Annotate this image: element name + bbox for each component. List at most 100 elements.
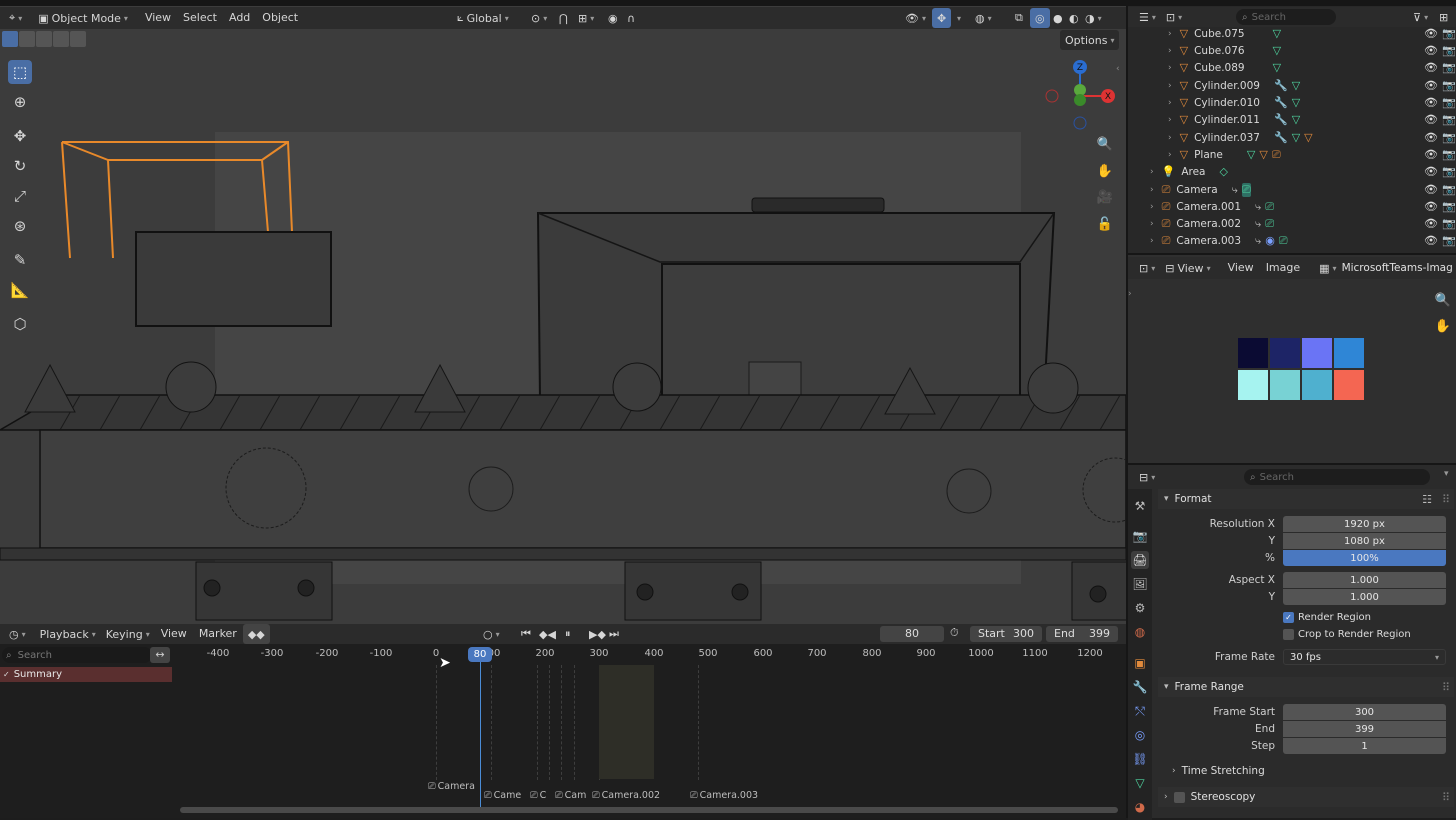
outliner-row[interactable]: › ▽ Plane ▽ ▽ ⎚ 👁 📷 <box>1130 146 1456 163</box>
collapse-arrow-icon[interactable]: ‹ <box>1116 64 1120 74</box>
current-frame-field[interactable]: 80 <box>880 626 944 642</box>
resolution-percent-slider[interactable]: 100% <box>1283 550 1446 566</box>
visibility-eye-icon[interactable]: 👁 <box>1424 183 1438 196</box>
stereoscopy-checkbox-icon[interactable] <box>1173 791 1185 803</box>
visibility-eye-icon[interactable]: 👁 <box>1424 148 1438 161</box>
viewport-area[interactable]: ⌖ ▾ ▣ Object Mode ▾ View Select Add Object … <box>0 0 1126 624</box>
playback-menu[interactable]: Playback ▾ <box>35 624 101 644</box>
outliner-row[interactable]: › ▽ Cylinder.009 🔧 ▽ 👁 📷 <box>1130 77 1456 94</box>
render-camera-icon[interactable]: 📷 <box>1442 44 1456 57</box>
render-camera-icon[interactable]: 📷 <box>1442 165 1456 178</box>
select-extend-icon[interactable] <box>19 31 35 47</box>
render-camera-icon[interactable]: 📷 <box>1442 234 1456 247</box>
frame-range-panel-header[interactable]: ▾ Frame Range ⠿ <box>1158 677 1454 697</box>
aspect-x-field[interactable]: 1.000 <box>1283 572 1446 588</box>
select-new-icon[interactable] <box>2 31 18 47</box>
filter-dropdown[interactable]: ⊽ ▾ <box>1408 7 1433 27</box>
render-camera-icon[interactable]: 📷 <box>1442 27 1456 40</box>
render-camera-icon[interactable]: 📷 <box>1442 96 1456 109</box>
keying-menu[interactable]: Keying ▾ <box>101 624 155 644</box>
menu-select[interactable]: Select <box>177 8 223 28</box>
shading-wireframe[interactable]: ◎ <box>1030 8 1050 28</box>
overlays-toggle[interactable]: ◍ ▾ <box>970 8 997 28</box>
expand-arrow-icon[interactable]: › <box>1168 150 1172 160</box>
render-camera-icon[interactable]: 📷 <box>1442 131 1456 144</box>
outliner-search[interactable]: ⌕ Search <box>1236 9 1336 25</box>
menu-object[interactable]: Object <box>256 8 304 28</box>
frame-start-field[interactable]: 300 <box>1283 704 1446 720</box>
filter-swap-icon[interactable]: ↔ <box>150 647 170 663</box>
shading-rendered[interactable]: ◑ ▾ <box>1080 8 1107 28</box>
stopwatch-icon[interactable]: ⏱ <box>950 626 959 640</box>
visibility-dropdown[interactable]: 👁 ▾ <box>900 8 931 28</box>
visibility-eye-icon[interactable]: 👁 <box>1424 217 1438 230</box>
visibility-eye-icon[interactable]: 👁 <box>1424 165 1438 178</box>
visibility-eye-icon[interactable]: 👁 <box>1424 234 1438 247</box>
drag-handle-icon[interactable]: ⠿ <box>1442 681 1450 694</box>
outliner-row[interactable]: › ▽ Cylinder.010 🔧 ▽ 👁 📷 <box>1130 94 1456 111</box>
format-panel-header[interactable]: ▾ Format ☷ ⠿ <box>1158 489 1454 509</box>
zoom-icon[interactable]: 🔍 <box>1432 289 1454 311</box>
move-tool[interactable]: ✥ <box>8 124 32 148</box>
properties-editor-type[interactable]: ⊟ ▾ <box>1134 467 1160 487</box>
zoom-icon[interactable]: 🔍 <box>1094 133 1116 155</box>
timeline-editor-type[interactable]: ◷ ▾ <box>4 624 31 644</box>
pivot-dropdown[interactable]: ⊙ ▾ <box>526 8 552 28</box>
display-mode-dropdown[interactable]: ⊡ ▾ <box>1161 7 1187 27</box>
chevron-down-icon[interactable]: ▾ <box>1444 469 1449 479</box>
marker-cam[interactable]: ⎚ Cam <box>555 790 586 801</box>
drag-handle-icon[interactable]: ⠿ <box>1442 493 1450 506</box>
frame-step-field[interactable]: 1 <box>1283 738 1446 754</box>
pan-hand-icon[interactable]: ✋ <box>1432 315 1454 337</box>
visibility-eye-icon[interactable]: 👁 <box>1424 79 1438 92</box>
gizmo-toggle[interactable]: ✥ <box>932 8 952 28</box>
image-editor-type[interactable]: ⊡ ▾ <box>1134 258 1160 278</box>
navigation-gizmo[interactable]: Z X <box>1040 56 1120 136</box>
output-tab-icon[interactable]: 🖨 <box>1131 551 1149 569</box>
playhead-handle[interactable]: 80 <box>468 647 492 662</box>
options-dropdown[interactable]: Options ▾ <box>1060 30 1120 50</box>
marker-camera-003[interactable]: ⎚ Camera.003 <box>690 790 758 801</box>
select-box-tool[interactable]: ⬚ <box>8 60 32 84</box>
keyframe-jump-buttons[interactable]: ◆◆ <box>242 624 270 644</box>
resolution-x-field[interactable]: 1920 px <box>1283 516 1446 532</box>
frame-end-field[interactable]: 399 <box>1283 721 1446 737</box>
orientation-dropdown[interactable]: ⟀ Global ▾ <box>452 8 514 28</box>
jump-end-button[interactable]: ⏭ <box>604 624 624 644</box>
visibility-eye-icon[interactable]: 👁 <box>1424 200 1438 213</box>
expand-arrow-icon[interactable]: › <box>1168 98 1172 108</box>
expand-arrow-icon[interactable]: › <box>1150 219 1154 229</box>
expand-arrow-icon[interactable]: › <box>1168 29 1172 39</box>
select-subtract-icon[interactable] <box>36 31 52 47</box>
expand-arrow-icon[interactable]: › <box>1150 167 1154 177</box>
tool-tab-icon[interactable]: ⚒ <box>1131 497 1149 515</box>
snap-toggle[interactable]: ⋂ <box>554 8 573 28</box>
render-camera-icon[interactable]: 📷 <box>1442 79 1456 92</box>
checkbox-checked-icon[interactable]: ✓ <box>1283 612 1294 623</box>
select-intersect-icon[interactable] <box>70 31 86 47</box>
marker-camera[interactable]: ⎚ Camera <box>428 781 475 792</box>
world-tab-icon[interactable]: ◍ <box>1131 623 1149 641</box>
expand-arrow-icon[interactable]: › <box>1150 236 1154 246</box>
sidebar-toggle-icon[interactable]: › <box>1128 289 1132 299</box>
crop-region-checkbox-row[interactable]: Crop to Render Region <box>1283 629 1411 640</box>
start-frame-field[interactable]: Start 300 <box>970 626 1042 642</box>
outliner-row[interactable]: › ⎚ Camera.002 ⤷ ⎚ 👁 📷 <box>1130 215 1456 232</box>
jump-start-button[interactable]: ⏮ <box>516 624 536 644</box>
auto-keying-toggle[interactable]: ○ ▾ <box>478 624 505 644</box>
cursor-tool[interactable]: ⊕ <box>8 90 32 114</box>
new-collection-button[interactable]: ⊞ <box>1434 7 1453 27</box>
scale-tool[interactable]: ⤢ <box>8 184 32 208</box>
resolution-y-field[interactable]: 1080 px <box>1283 533 1446 549</box>
marker-camera-002[interactable]: ⎚ Camera.002 <box>592 790 660 801</box>
aspect-y-field[interactable]: 1.000 <box>1283 589 1446 605</box>
outliner-row[interactable]: › ▽ Cube.075 ▽ 👁 📷 <box>1130 25 1456 42</box>
view-layer-tab-icon[interactable]: 🖼 <box>1131 575 1149 593</box>
visibility-eye-icon[interactable]: 👁 <box>1424 96 1438 109</box>
lock-icon[interactable]: 🔓 <box>1094 213 1116 235</box>
xray-toggle[interactable]: ⧉ <box>1010 8 1028 28</box>
expand-arrow-icon[interactable]: › <box>1168 46 1172 56</box>
falloff-dropdown[interactable]: ∩ <box>622 8 640 28</box>
expand-arrow-icon[interactable]: › <box>1168 63 1172 73</box>
outliner-row[interactable]: › ⎚ Camera.001 ⤷ ⎚ 👁 📷 <box>1130 198 1456 215</box>
